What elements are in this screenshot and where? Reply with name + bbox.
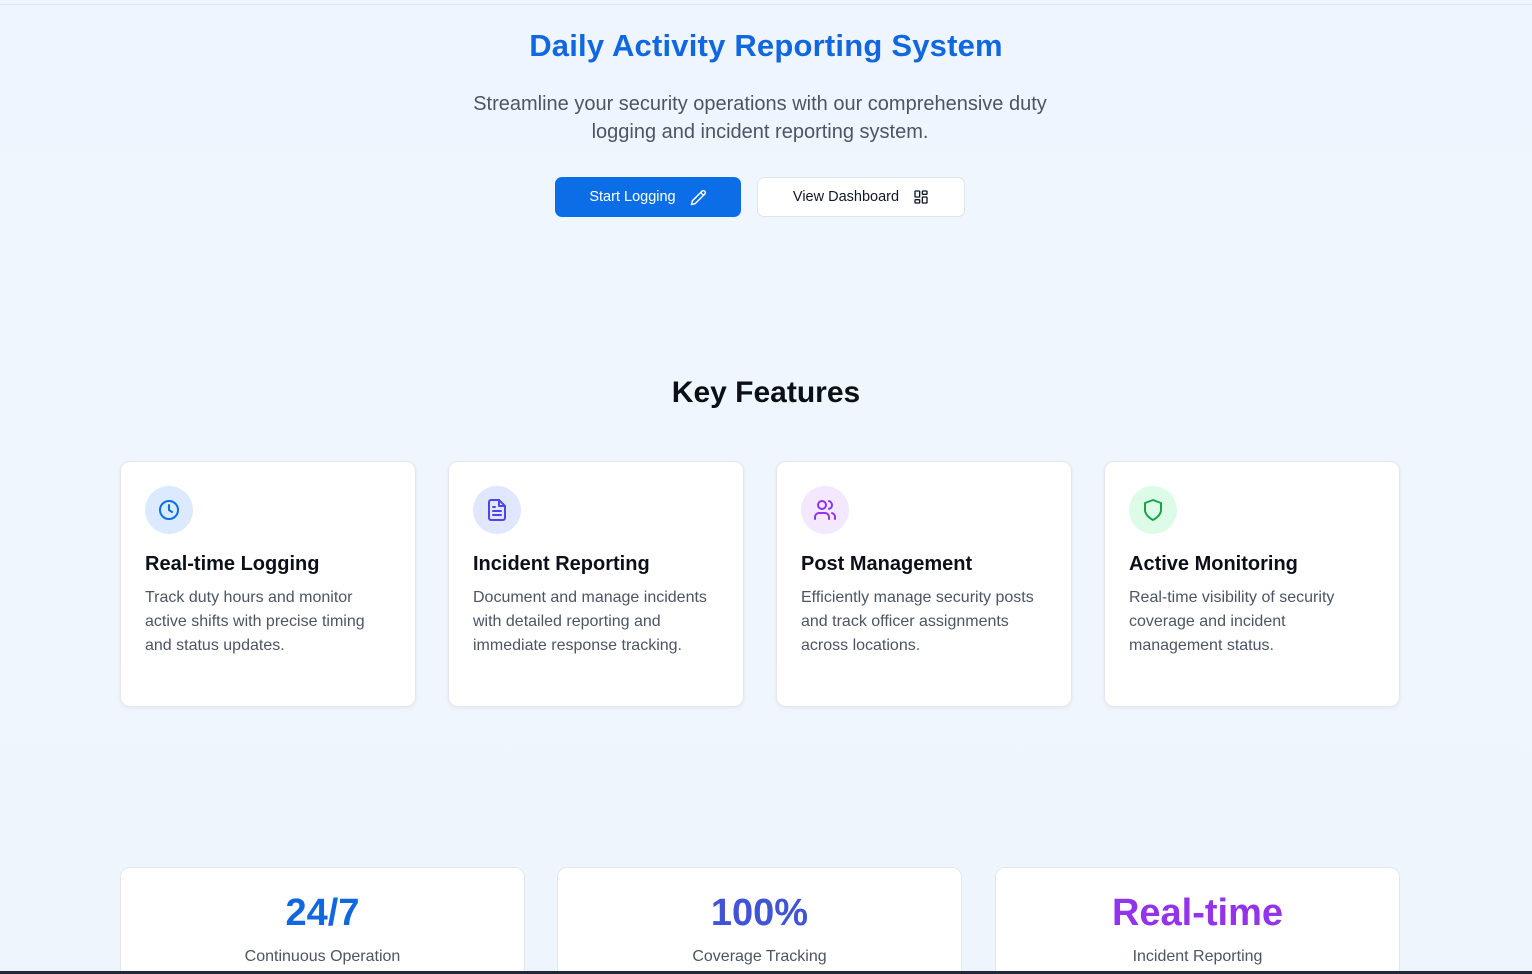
features-heading: Key Features — [671, 376, 861, 409]
document-icon — [473, 486, 521, 534]
feature-card-post-management: Post Management Efficiently manage secur… — [776, 461, 1072, 707]
stat-value: Real-time — [1111, 892, 1284, 934]
stat-label: Incident Reporting — [1132, 948, 1263, 965]
feature-card-incident-reporting: Incident Reporting Document and manage i… — [448, 461, 744, 707]
landing-page: Daily Activity Reporting System Streamli… — [0, 0, 1532, 974]
stat-label: Coverage Tracking — [692, 948, 827, 965]
feature-card-realtime-logging: Real-time Logging Track duty hours and m… — [120, 461, 416, 707]
stat-label: Continuous Operation — [244, 948, 401, 965]
clock-icon — [145, 486, 193, 534]
feature-card-active-monitoring: Active Monitoring Real-time visibility o… — [1104, 461, 1400, 707]
feature-title: Incident Reporting — [473, 553, 650, 575]
start-logging-label: Start Logging — [589, 189, 676, 205]
stat-card-incident-reporting: Real-time Incident Reporting — [995, 867, 1400, 974]
stat-card-coverage-tracking: 100% Coverage Tracking — [557, 867, 962, 974]
stat-value: 24/7 — [285, 892, 360, 934]
view-dashboard-button[interactable]: View Dashboard — [757, 177, 965, 217]
stat-card-continuous-operation: 24/7 Continuous Operation — [120, 867, 525, 974]
hero-title: Daily Activity Reporting System — [529, 28, 1003, 63]
pencil-icon — [690, 189, 707, 206]
feature-description: Efficiently manage security posts and tr… — [801, 589, 1034, 654]
hero-subtitle: Streamline your security operations with… — [473, 93, 1047, 143]
feature-title: Post Management — [801, 553, 973, 575]
start-logging-button[interactable]: Start Logging — [555, 177, 741, 217]
feature-title: Real-time Logging — [145, 553, 320, 575]
feature-title: Active Monitoring — [1129, 553, 1298, 575]
feature-description: Real-time visibility of security coverag… — [1129, 589, 1335, 654]
dashboard-grid-icon — [913, 189, 929, 205]
users-icon — [801, 486, 849, 534]
feature-description: Document and manage incidents with detai… — [473, 589, 707, 654]
view-dashboard-label: View Dashboard — [792, 189, 900, 205]
feature-description: Track duty hours and monitor active shif… — [145, 589, 365, 654]
stat-value: 100% — [710, 892, 809, 934]
top-divider — [0, 4, 1532, 5]
shield-icon — [1129, 486, 1177, 534]
